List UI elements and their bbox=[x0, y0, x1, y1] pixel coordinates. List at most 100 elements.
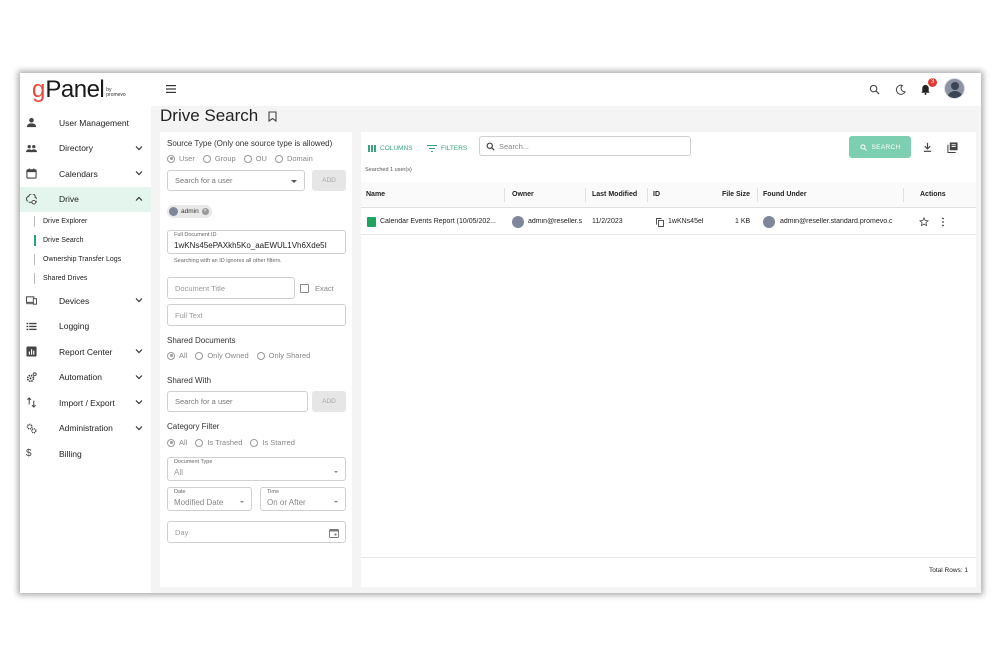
user-avatar[interactable] bbox=[944, 78, 965, 99]
sidebar-item-logging[interactable]: Logging bbox=[20, 314, 151, 340]
header-actions: Actions bbox=[920, 191, 946, 198]
menu-icon[interactable] bbox=[166, 84, 176, 94]
chevron-up-icon bbox=[135, 196, 143, 201]
radio-button[interactable] bbox=[167, 154, 175, 163]
radio-label: All bbox=[179, 351, 188, 360]
radio-only-owned[interactable]: Only Owned bbox=[195, 351, 249, 360]
chip-remove-icon[interactable]: × bbox=[201, 208, 209, 215]
subitem-indicator bbox=[34, 254, 35, 265]
column-separator[interactable] bbox=[903, 188, 904, 202]
sidebar-subitem-shared-drives[interactable]: Shared Drives bbox=[20, 269, 151, 288]
radio-button[interactable] bbox=[274, 154, 283, 163]
table-row[interactable]: Calendar Events Report (10/05/202... adm… bbox=[361, 209, 976, 235]
radio-ou[interactable]: OU bbox=[243, 154, 267, 163]
header-file-size[interactable]: File Size bbox=[722, 191, 750, 198]
radio-button[interactable] bbox=[195, 438, 204, 447]
sidebar-item-devices[interactable]: Devices bbox=[20, 288, 151, 314]
star-icon[interactable] bbox=[919, 217, 929, 227]
radio-is-starred[interactable]: Is Starred bbox=[250, 438, 295, 447]
selected-user-chip[interactable]: admin × bbox=[167, 205, 212, 218]
header-name[interactable]: Name bbox=[366, 191, 385, 198]
user-search-select[interactable]: Search for a user bbox=[167, 170, 305, 191]
radio-button[interactable] bbox=[250, 438, 259, 447]
sidebar-item-label: Drive bbox=[59, 194, 79, 205]
sidebar-item-label: Report Center bbox=[59, 346, 113, 357]
cell-name[interactable]: Calendar Events Report (10/05/202... bbox=[380, 218, 504, 225]
logo-g: g bbox=[32, 76, 46, 103]
download-icon[interactable] bbox=[922, 142, 933, 153]
copy-icon[interactable] bbox=[656, 218, 664, 227]
radio-domain[interactable]: Domain bbox=[274, 154, 313, 163]
column-separator[interactable] bbox=[504, 188, 505, 202]
day-input[interactable]: Day bbox=[167, 521, 346, 543]
search-placeholder: Search... bbox=[499, 141, 530, 151]
radio-label: OU bbox=[255, 154, 267, 163]
search-icon[interactable] bbox=[869, 84, 880, 95]
radio-button[interactable] bbox=[256, 351, 265, 360]
radio-all-categories[interactable]: All bbox=[167, 438, 187, 447]
radio-is-trashed[interactable]: Is Trashed bbox=[195, 438, 242, 447]
radio-only-shared[interactable]: Only Shared bbox=[256, 351, 310, 360]
sidebar-item-label: Calendars bbox=[59, 168, 98, 179]
header-found-under[interactable]: Found Under bbox=[763, 191, 807, 198]
date-select[interactable]: Date Modified Date bbox=[167, 487, 252, 511]
sidebar-item-report-center[interactable]: Report Center bbox=[20, 339, 151, 365]
app-window: g Panel by promevo User Management Direc… bbox=[20, 73, 981, 593]
sidebar-subitem-drive-explorer[interactable]: Drive Explorer bbox=[20, 212, 151, 231]
sidebar-subitem-drive-search[interactable]: Drive Search bbox=[20, 231, 151, 250]
column-separator[interactable] bbox=[585, 188, 586, 202]
column-separator[interactable] bbox=[647, 188, 648, 202]
calendar-icon[interactable] bbox=[329, 528, 339, 538]
sidebar-item-drive[interactable]: Drive bbox=[20, 186, 151, 212]
document-id-field[interactable]: Full Document ID 1wKNs45ePAXkh5Ko_aaEWUL… bbox=[167, 230, 346, 254]
more-vert-icon[interactable] bbox=[941, 217, 945, 227]
radio-button[interactable] bbox=[167, 351, 175, 360]
sidebar-item-import-export[interactable]: Import / Export bbox=[20, 390, 151, 416]
radio-button[interactable] bbox=[202, 154, 211, 163]
sidebar-item-label: User Management bbox=[59, 117, 129, 128]
time-select[interactable]: Time On or After bbox=[260, 487, 346, 511]
radio-group[interactable]: Group bbox=[202, 154, 236, 163]
radio-all[interactable]: All bbox=[167, 351, 187, 360]
header-last-modified[interactable]: Last Modified bbox=[592, 191, 637, 198]
sidebar-item-administration[interactable]: Administration bbox=[20, 416, 151, 442]
sidebar-item-user-management[interactable]: User Management bbox=[20, 110, 151, 136]
radio-label: All bbox=[179, 438, 188, 447]
dark-mode-icon[interactable] bbox=[895, 84, 906, 95]
add-shared-with-button[interactable]: ADD bbox=[312, 391, 346, 412]
exact-checkbox[interactable] bbox=[300, 284, 309, 293]
cell-file-size: 1 KB bbox=[735, 218, 751, 225]
radio-label: Only Owned bbox=[207, 351, 249, 360]
search-button[interactable]: SEARCH bbox=[849, 136, 911, 158]
radio-button[interactable] bbox=[243, 154, 252, 163]
bookmark-icon[interactable] bbox=[268, 111, 277, 122]
sidebar-item-label: Devices bbox=[59, 295, 90, 306]
header-owner[interactable]: Owner bbox=[512, 191, 534, 198]
sidebar-item-billing[interactable]: $ Billing bbox=[20, 441, 151, 467]
library-icon[interactable] bbox=[947, 142, 958, 153]
sidebar-item-directory[interactable]: Directory bbox=[20, 136, 151, 162]
document-title-input[interactable]: Document Title bbox=[167, 277, 295, 299]
filters-button[interactable]: FILTERS bbox=[427, 145, 467, 152]
radio-label: Is Starred bbox=[262, 438, 295, 447]
shared-documents-radio-group: All Only Owned Only Shared bbox=[167, 351, 318, 360]
sidebar-item-automation[interactable]: Automation bbox=[20, 365, 151, 391]
column-separator[interactable] bbox=[757, 188, 758, 202]
add-user-button[interactable]: ADD bbox=[312, 170, 346, 191]
main-area: 3 Drive Search Source Type (Only one sou… bbox=[151, 73, 981, 593]
shared-with-input[interactable]: Search for a user bbox=[167, 391, 308, 412]
full-text-input[interactable]: Full Text bbox=[167, 304, 346, 326]
document-type-select[interactable]: Document Type All bbox=[167, 457, 346, 481]
gpanel-logo[interactable]: g Panel by promevo bbox=[32, 78, 130, 102]
radio-button[interactable] bbox=[195, 351, 204, 360]
sidebar-subitem-ownership-transfer-logs[interactable]: Ownership Transfer Logs bbox=[20, 250, 151, 269]
columns-button[interactable]: COLUMNS bbox=[368, 145, 413, 152]
sidebar-item-calendars[interactable]: Calendars bbox=[20, 161, 151, 187]
category-filter-label: Category Filter bbox=[167, 422, 220, 431]
radio-button[interactable] bbox=[167, 438, 175, 447]
radio-user[interactable]: User bbox=[167, 154, 195, 163]
top-bar: 3 bbox=[151, 73, 981, 106]
results-search-input[interactable]: Search... bbox=[479, 136, 691, 156]
admin-gears-icon bbox=[26, 423, 37, 433]
header-id[interactable]: ID bbox=[653, 191, 660, 198]
